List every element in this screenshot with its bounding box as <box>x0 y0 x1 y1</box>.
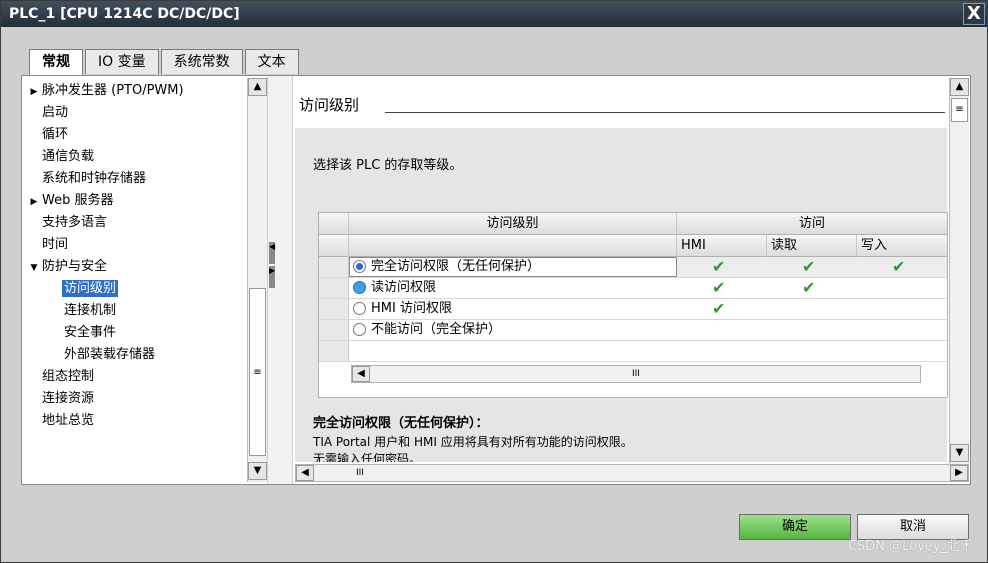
tree-item-time[interactable]: 时间 <box>42 234 68 256</box>
properties-content: ▶ 脉冲发生器 (PTO/PWM) 启动 循环 通信负载 系统和时钟存储器 ▶ We… <box>21 75 971 485</box>
tab-io-tags[interactable]: IO 变量 <box>85 49 159 74</box>
radio-read-access[interactable] <box>353 281 366 294</box>
check-icon: ✔ <box>802 257 816 276</box>
tree-item-communication-load[interactable]: 通信负载 <box>42 146 94 168</box>
tab-general[interactable]: 常规 <box>29 49 83 76</box>
tab-system-constants[interactable]: 系统常数 <box>160 49 243 74</box>
table-header-row-2: HMI 读取 写入 <box>319 235 947 257</box>
scroll-up-icon[interactable]: ▲ <box>248 78 267 96</box>
col-hmi: HMI <box>677 235 767 257</box>
check-icon: ✔ <box>712 278 726 297</box>
dialog-window: PLC_1 [CPU 1214C DC/DC/DC] X 常规 IO 变量 系统… <box>0 0 988 563</box>
close-button[interactable]: X <box>963 3 985 25</box>
radio-full-access[interactable] <box>353 260 366 273</box>
col-read: 读取 <box>767 235 857 257</box>
table-row[interactable]: 完全访问权限（无任何保护） ✔ ✔ ✔ <box>319 257 947 278</box>
watermark: CSDN @Lovey_北禾 <box>847 539 973 554</box>
row-header <box>319 257 349 277</box>
pane-vertical-scrollbar[interactable]: ▲ ≡ ▼ <box>949 78 969 464</box>
radio-hmi-access[interactable] <box>353 302 366 315</box>
scroll-left-icon[interactable]: ◀ <box>352 366 370 382</box>
tree-item-multilanguage[interactable]: 支持多语言 <box>42 212 107 234</box>
detail-title: 完全访问权限（无任何保护）： <box>313 416 489 431</box>
expand-icon[interactable]: ▶ <box>26 191 42 213</box>
table-row[interactable]: 读访问权限 ✔ ✔ <box>319 278 947 299</box>
section-title: 访问级别 <box>299 96 360 114</box>
tree-item-pulse-generator[interactable]: ▶ 脉冲发生器 (PTO/PWM) <box>26 80 184 102</box>
access-level-table: 访问级别 访问 HMI 读取 写入 完全访问权限（无任何保护） ✔ ✔ ✔ 读访… <box>318 212 948 398</box>
scroll-thumb[interactable]: ≡ <box>249 288 266 456</box>
col-blank <box>349 235 677 257</box>
table-row[interactable]: 不能访问（完全保护） <box>319 320 947 341</box>
title-bar: PLC_1 [CPU 1214C DC/DC/DC] X <box>1 1 987 27</box>
scroll-down-icon[interactable]: ▼ <box>950 444 969 462</box>
collapse-icon[interactable]: ▼ <box>26 257 42 279</box>
row-header <box>319 299 349 319</box>
tree-item-address-overview[interactable]: 地址总览 <box>42 410 94 432</box>
check-icon: ✔ <box>892 257 906 276</box>
scroll-thumb[interactable]: ≡ <box>951 98 968 122</box>
section-divider <box>385 112 945 113</box>
table-horizontal-scrollbar[interactable]: ◀ III <box>351 365 921 383</box>
check-icon: ✔ <box>712 257 726 276</box>
tree-item-external-load-memory[interactable]: 外部装载存储器 <box>64 344 155 366</box>
tree-item-connection-resources[interactable]: 连接资源 <box>42 388 94 410</box>
row-header <box>319 278 349 298</box>
section-description: 选择该 PLC 的存取等级。 <box>313 158 463 173</box>
scroll-grip-icon[interactable]: III <box>356 465 364 481</box>
window-title: PLC_1 [CPU 1214C DC/DC/DC] <box>9 6 240 22</box>
tab-bar: 常规 IO 变量 系统常数 文本 <box>29 49 301 76</box>
radio-no-access[interactable] <box>353 323 366 336</box>
collapse-left-icon[interactable]: ◀ <box>269 242 275 264</box>
tree-item-security-event[interactable]: 安全事件 <box>64 322 116 344</box>
detail-text-2: 无需输入任何密码。 <box>313 452 422 462</box>
scroll-right-icon[interactable]: ▶ <box>950 465 968 481</box>
pane-horizontal-scrollbar[interactable]: ◀ III ▶ <box>295 464 969 482</box>
scroll-up-icon[interactable]: ▲ <box>950 78 969 96</box>
col-write: 写入 <box>861 238 888 253</box>
tree-vertical-scrollbar[interactable]: ▲ ≡ ▼ <box>247 78 267 482</box>
settings-pane: 访问级别 选择该 PLC 的存取等级。 访问级别 访问 HMI 读取 写入 完全… <box>293 76 970 484</box>
tree-item-connection-mechanisms[interactable]: 连接机制 <box>64 300 116 322</box>
option-label: 完全访问权限（无任何保护） <box>371 259 541 274</box>
col-access-level: 访问级别 <box>349 213 677 235</box>
option-label: HMI 访问权限 <box>371 301 452 316</box>
detail-text: TIA Portal 用户和 HMI 应用将具有对所有功能的访问权限。 <box>313 435 633 449</box>
tree-item-cycle[interactable]: 循环 <box>42 124 68 146</box>
access-level-panel: 选择该 PLC 的存取等级。 访问级别 访问 HMI 读取 写入 完全访问权限（… <box>295 128 948 462</box>
tree-item-access-level[interactable]: 访问级别 <box>62 278 119 300</box>
tree-item-startup[interactable]: 启动 <box>42 102 68 124</box>
panel-splitter[interactable]: ◀ ▶ <box>267 76 293 484</box>
check-icon: ✔ <box>712 299 726 318</box>
ok-button[interactable]: 确定 <box>739 514 851 540</box>
corner-cell <box>319 235 349 257</box>
tree-item-protection-security[interactable]: ▼ 防护与安全 <box>26 256 107 278</box>
check-icon: ✔ <box>802 278 816 297</box>
table-header-row-1: 访问级别 访问 <box>319 213 947 235</box>
option-label: 不能访问（完全保护） <box>371 322 502 337</box>
table-row-empty <box>319 341 947 362</box>
col-access: 访问 <box>798 216 825 231</box>
row-header <box>319 341 349 361</box>
scroll-grip-icon[interactable]: III <box>632 366 640 382</box>
tree-item-system-clock-memory[interactable]: 系统和时钟存储器 <box>42 168 146 190</box>
tree-item-web-server[interactable]: ▶ Web 服务器 <box>26 190 114 213</box>
expand-right-icon[interactable]: ▶ <box>269 266 275 288</box>
corner-cell <box>319 213 349 235</box>
tree-item-configuration-control[interactable]: 组态控制 <box>42 366 94 388</box>
option-label: 读访问权限 <box>371 280 437 295</box>
navigation-tree: ▶ 脉冲发生器 (PTO/PWM) 启动 循环 通信负载 系统和时钟存储器 ▶ We… <box>22 76 267 484</box>
row-header <box>319 320 349 340</box>
tab-texts[interactable]: 文本 <box>244 49 299 74</box>
scroll-left-icon[interactable]: ◀ <box>296 465 314 481</box>
table-row[interactable]: HMI 访问权限 ✔ <box>319 299 947 320</box>
scroll-down-icon[interactable]: ▼ <box>248 462 267 480</box>
expand-icon[interactable]: ▶ <box>26 81 42 103</box>
